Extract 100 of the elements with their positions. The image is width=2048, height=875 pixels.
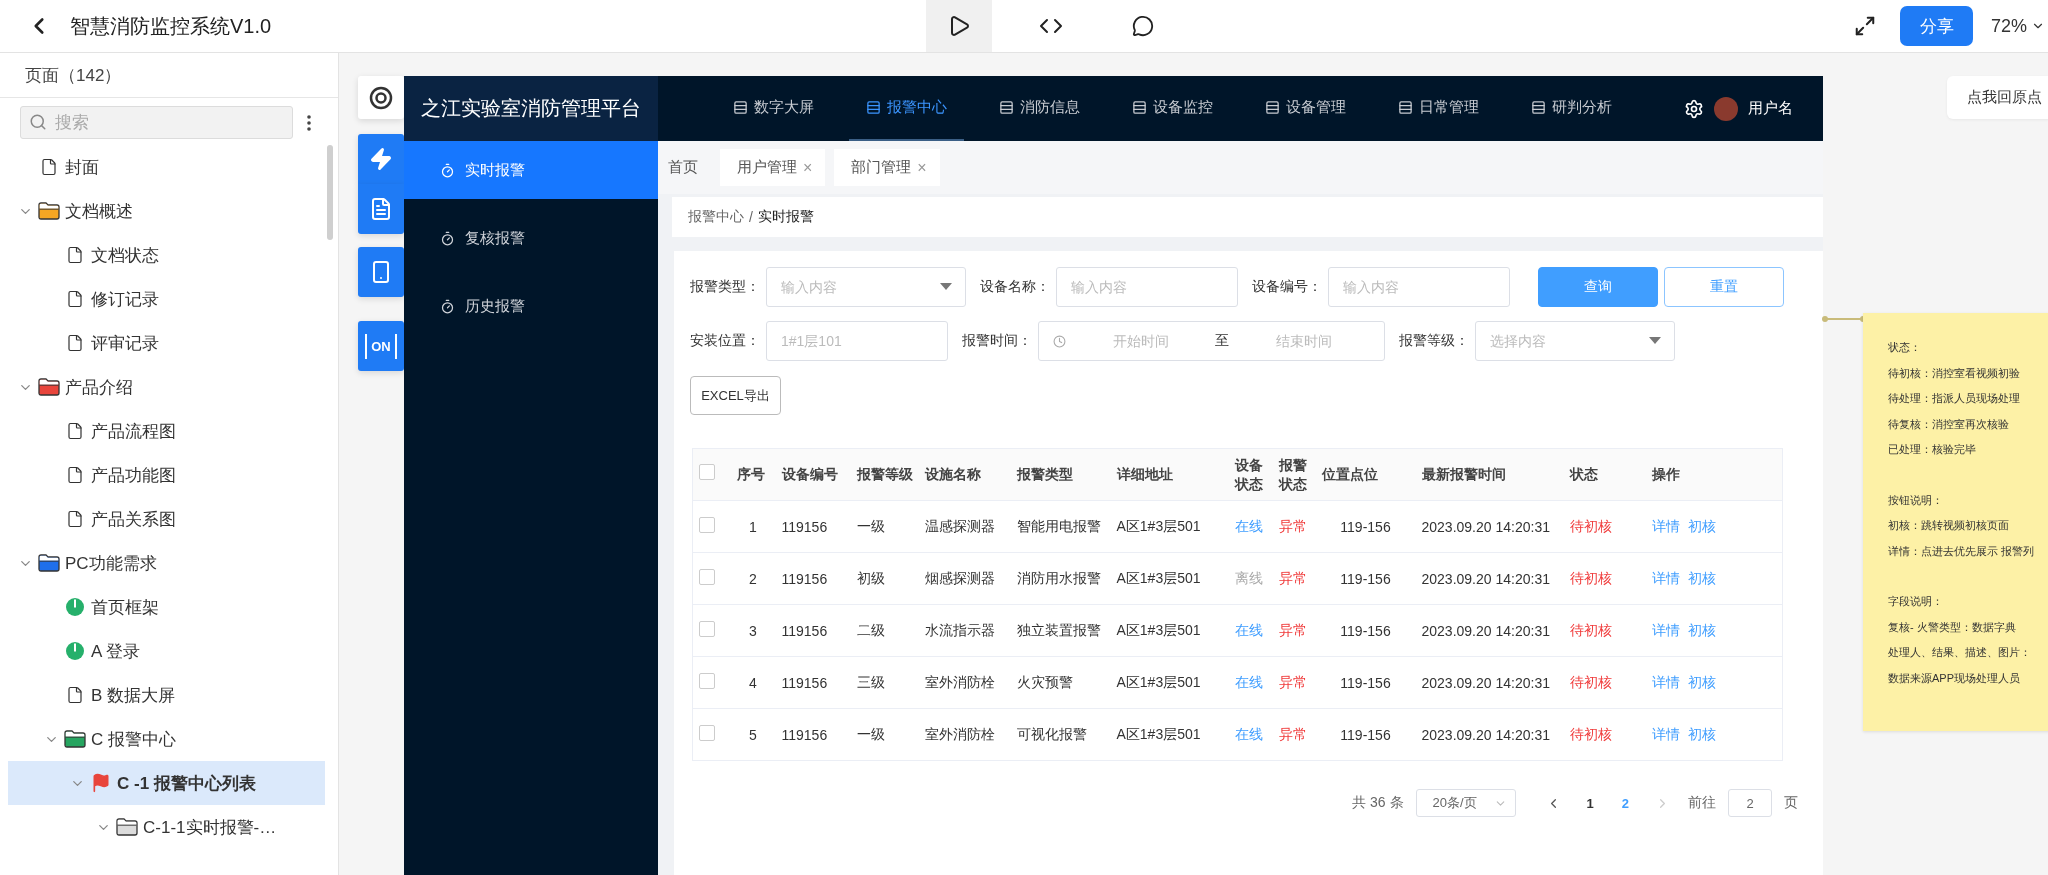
search-field[interactable]: 搜索 <box>20 106 293 139</box>
page-tab[interactable]: 首页 <box>662 149 711 186</box>
page-tree-item[interactable]: PC功能需求 <box>8 541 325 585</box>
nav-item[interactable]: 日常管理 <box>1381 76 1496 141</box>
share-button[interactable]: 分享 <box>1900 6 1973 46</box>
breadcrumb-link[interactable]: 报警中心 <box>688 208 744 226</box>
play-button[interactable] <box>926 0 992 52</box>
column-header: 设备状态 <box>1228 448 1273 501</box>
phone-button[interactable] <box>358 247 404 297</box>
scrollbar[interactable] <box>327 145 333 240</box>
page-tree-item[interactable]: C -1 报警中心列表 <box>8 761 325 805</box>
end-date-input[interactable]: 结束时间 <box>1235 332 1372 350</box>
avatar[interactable] <box>1714 96 1738 121</box>
table-cell: 2023.09.20 14:20:31 <box>1415 500 1564 553</box>
input-field[interactable]: 输入内容 <box>1328 267 1510 307</box>
rows-icon <box>1265 100 1280 115</box>
page-tree-item[interactable]: 评审记录 <box>8 321 325 365</box>
status-icon <box>65 597 85 617</box>
doc-button[interactable] <box>358 184 404 234</box>
table-cell: 异常 <box>1272 604 1316 657</box>
page-tree-item[interactable]: 产品介绍 <box>8 365 325 409</box>
page-tree-item[interactable]: 文档概述 <box>8 189 325 233</box>
page-tree-item[interactable]: 首页框架 <box>8 585 325 629</box>
select-field[interactable]: 选择内容 <box>1475 321 1675 361</box>
on-button[interactable]: ON <box>358 321 404 371</box>
checkbox[interactable] <box>699 464 715 481</box>
page-tree-item[interactable]: 修订记录 <box>8 277 325 321</box>
page-input[interactable]: 2 <box>1728 789 1772 817</box>
page-tree-item[interactable]: 产品流程图 <box>8 409 325 453</box>
table-cell: 119-156 <box>1315 604 1416 657</box>
note-line: 复核- 火警类型：数据字典 <box>1888 619 2017 635</box>
page-tab[interactable]: 用户管理 × <box>720 149 826 186</box>
note-line: 初核：跳转视频初核页面 <box>1888 518 2010 533</box>
home-button[interactable]: 点我回原点 <box>1947 76 2048 119</box>
page-tree-item[interactable]: 文档状态 <box>8 233 325 277</box>
page-icon <box>40 158 58 176</box>
field-label: 安装位置： <box>690 332 761 350</box>
caret-icon <box>940 283 952 291</box>
table-cell: 消防用水报警 <box>1010 552 1111 605</box>
fullscreen-button[interactable] <box>1854 15 1876 37</box>
table-cell: 在线 <box>1228 500 1273 553</box>
table-cell: 在线 <box>1228 604 1273 657</box>
column-header: 设施名称 <box>918 448 1011 501</box>
column-header: 操作 <box>1645 448 1783 501</box>
zoom-dropdown[interactable]: 72% <box>1991 15 2048 37</box>
page-icon <box>66 246 84 264</box>
bolt-button[interactable] <box>358 134 404 184</box>
checkbox[interactable] <box>699 621 715 637</box>
more-button[interactable] <box>307 114 311 131</box>
flag-icon <box>91 773 111 793</box>
table-cell: 4 <box>730 656 776 709</box>
start-date-input[interactable]: 开始时间 <box>1072 332 1209 350</box>
table-cell: 119-156 <box>1315 708 1416 761</box>
input-field[interactable]: 1#1层101 <box>766 321 948 361</box>
target-icon <box>369 85 393 110</box>
checkbox[interactable] <box>699 517 715 533</box>
table-cell: 待初核 <box>1563 656 1646 709</box>
user-name[interactable]: 用户名 <box>1748 99 1793 118</box>
menu-item[interactable]: 实时报警 <box>404 141 658 199</box>
page-tab[interactable]: 部门管理 × <box>834 149 940 186</box>
nav-item[interactable]: 设备监控 <box>1115 76 1230 141</box>
page-tree-item[interactable]: 封面 <box>8 145 325 189</box>
note-line: 待处理：指派人员现场处理 <box>1888 391 2021 406</box>
menu-item[interactable]: 历史报警 <box>404 277 658 335</box>
settings-icon[interactable] <box>1684 98 1704 119</box>
nav-item[interactable]: 设备管理 <box>1248 76 1363 141</box>
table-cell: 5 <box>730 708 776 761</box>
rows-icon <box>999 100 1014 115</box>
clock-icon <box>1053 334 1066 348</box>
export-button[interactable]: EXCEL导出 <box>690 376 781 415</box>
column-header: 设备编号 <box>775 448 851 501</box>
checkbox[interactable] <box>699 673 715 689</box>
select-field[interactable]: 输入内容 <box>766 267 966 307</box>
nav-item[interactable]: 消防信息 <box>982 76 1097 141</box>
target-button[interactable] <box>358 76 404 119</box>
nav-item[interactable]: 数字大屏 <box>716 76 831 141</box>
input-field[interactable]: 输入内容 <box>1056 267 1238 307</box>
rows-icon <box>1398 100 1413 115</box>
search-icon <box>29 113 47 131</box>
column-header: 报警状态 <box>1272 448 1316 501</box>
date-range-field[interactable]: 开始时间 至 结束时间 <box>1038 321 1385 361</box>
checkbox[interactable] <box>699 725 715 741</box>
field-label: 报警时间： <box>962 332 1033 350</box>
page-tree-item[interactable]: C-1-1实时报警-… <box>8 805 325 849</box>
status-icon <box>65 641 85 661</box>
checkbox[interactable] <box>699 569 715 585</box>
page-size-select[interactable]: 20条/页 <box>1415 789 1516 817</box>
table-cell: 待初核 <box>1563 552 1646 605</box>
table-cell: 离线 <box>1228 552 1273 605</box>
nav-item[interactable]: 研判分析 <box>1514 76 1629 141</box>
page-tree-item[interactable]: C 报警中心 <box>8 717 325 761</box>
menu-item[interactable]: 复核报警 <box>404 209 658 267</box>
page-tree-item[interactable]: 产品关系图 <box>8 497 325 541</box>
page-number[interactable]: 1 <box>1578 795 1602 811</box>
page-icon <box>66 466 84 484</box>
page-tree-item[interactable]: B 数据大屏 <box>8 673 325 717</box>
page-tree-item[interactable]: A 登录 <box>8 629 325 673</box>
table-cell: 119-156 <box>1315 552 1416 605</box>
page-tree-item[interactable]: 产品功能图 <box>8 453 325 497</box>
note-line: 待复核：消控室再次核验 <box>1888 416 2010 432</box>
